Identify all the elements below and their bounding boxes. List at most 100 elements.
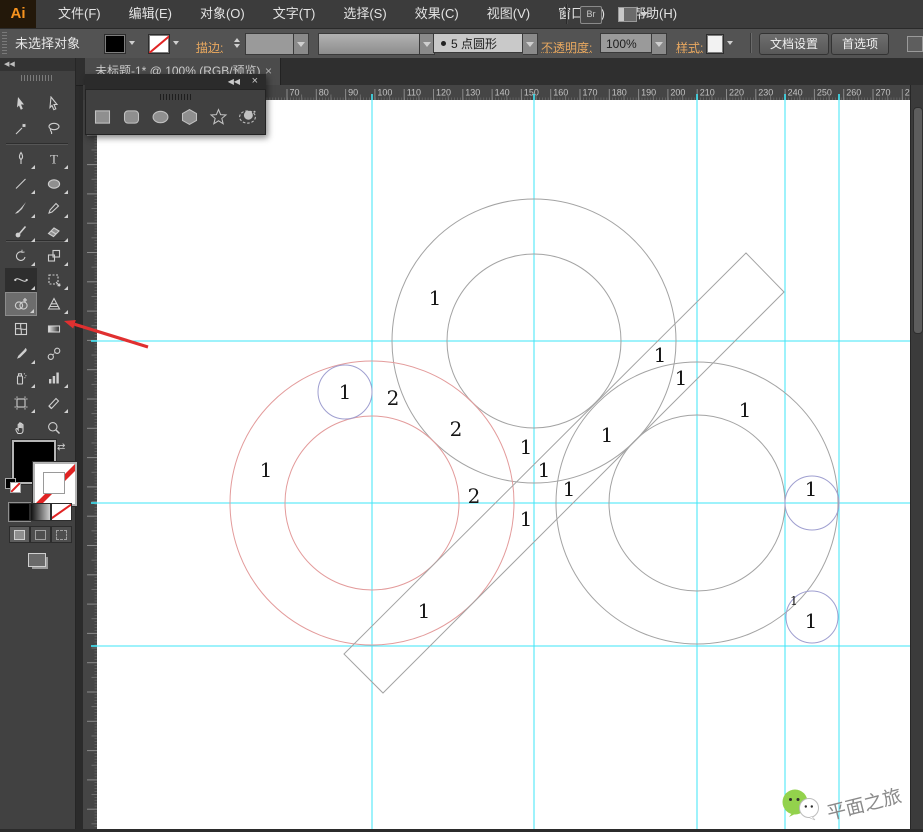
menu-item[interactable]: 选择(S) [329,0,400,28]
gradient-tool[interactable] [38,317,70,341]
collapse-icon[interactable]: ◀◀ [4,61,15,68]
stepper-down-icon[interactable] [233,44,240,48]
panel-toggle-icon[interactable] [907,36,923,52]
blend-tool[interactable] [38,342,70,366]
watermark-text: 平面之旅 [824,785,904,825]
hand-tool[interactable] [5,416,37,440]
menu-item[interactable]: 对象(O) [186,0,259,28]
chevron-down-icon[interactable] [297,41,305,47]
direct-selection-tool[interactable] [38,92,70,116]
menu-item[interactable]: 文件(F) [44,0,115,28]
slice-tool[interactable] [38,391,70,415]
artboard-tool[interactable] [5,391,37,415]
eyedropper-tool[interactable] [5,342,37,366]
stroke-weight-value[interactable] [245,33,294,55]
polygon-tool[interactable] [179,106,200,128]
menu-item[interactable]: 文字(T) [259,0,330,28]
collapse-icon[interactable]: ◀◀ [228,77,240,86]
menu-item[interactable]: 编辑(E) [115,0,186,28]
rotate-tool[interactable] [5,244,37,268]
screen-mode-button[interactable] [18,550,56,570]
eraser-tool[interactable] [38,220,70,244]
column-graph-tool[interactable] [38,366,70,390]
mesh-tool[interactable] [5,317,37,341]
menu-item[interactable]: 视图(V) [473,0,544,28]
tools-panel-header[interactable]: ◀◀ [0,58,75,71]
chevron-down-icon[interactable] [655,41,663,47]
stroke-weight-stepper[interactable] [231,33,242,53]
brush-definition-control[interactable]: 5 点圆形 [433,33,538,55]
menu-separator [566,4,568,24]
opacity-value[interactable]: 100% [600,33,652,53]
line-segment-tool[interactable] [5,172,37,196]
star-tool[interactable] [208,106,229,128]
shapes-panel-gripper[interactable] [160,94,193,100]
none-mode-button[interactable] [51,503,72,521]
fill-color-swatch[interactable] [104,34,126,54]
menu-item[interactable]: 效果(C) [401,0,473,28]
blob-brush-tool[interactable] [5,220,37,244]
width-tool[interactable] [5,268,37,292]
fill-color-control[interactable] [104,34,138,54]
chevron-down-icon[interactable] [526,41,534,47]
rectangle-tool[interactable] [92,106,113,128]
tab-close-icon[interactable]: × [265,58,272,84]
magic-wand-tool[interactable] [5,117,37,141]
default-stroke [10,482,21,493]
workspace-switcher-button[interactable] [618,6,648,22]
paintbrush-tool[interactable] [5,196,37,220]
rounded-rectangle-tool[interactable] [121,106,142,128]
region-number-label: 1 [339,380,352,404]
style-swatch[interactable] [706,34,724,54]
scale-tool[interactable] [38,244,70,268]
bridge-button[interactable]: Br [580,6,602,24]
watermark: 平面之旅 [778,782,918,827]
artboard-canvas[interactable]: 112211121111111111 [97,100,910,829]
close-icon[interactable]: × [252,75,258,87]
selection-tool[interactable] [5,92,37,116]
color-mode-button[interactable] [9,503,30,521]
draw-inside-button[interactable] [51,526,72,543]
free-transform-tool[interactable] [38,268,70,292]
tools-panel-gripper[interactable] [21,75,54,81]
draw-normal-button[interactable] [9,526,30,543]
stepper-up-icon[interactable] [233,38,240,42]
shapes-floating-panel[interactable]: ◀◀ × [85,74,266,135]
control-bar-gripper[interactable] [2,32,7,55]
stroke-weight-field[interactable] [245,33,309,55]
type-tool[interactable]: T [38,147,70,171]
default-fill-stroke-icon[interactable] [5,478,21,493]
draw-behind-button[interactable] [30,526,51,543]
style-label[interactable]: 样式: [676,34,704,55]
shapes-panel-header[interactable]: ◀◀ × [85,74,266,89]
document-setup-button[interactable]: 文档设置 [759,33,830,55]
shape-builder-tool[interactable] [5,292,37,316]
chevron-down-icon[interactable] [173,41,179,45]
vertical-scrollbar[interactable] [910,85,923,829]
gradient-mode-button[interactable] [30,503,51,521]
zoom-tool[interactable] [38,416,70,440]
chevron-down-icon[interactable] [727,41,733,45]
flare-tool[interactable] [237,106,258,128]
stroke-swatch[interactable] [33,462,77,506]
vertical-ruler[interactable] [83,100,98,829]
pencil-tool[interactable] [38,196,70,220]
opacity-label[interactable]: 不透明度: [541,34,593,55]
ellipse-tool[interactable] [38,172,70,196]
stroke-color-control[interactable] [148,34,182,54]
symbol-sprayer-tool[interactable] [5,366,37,390]
lasso-tool[interactable] [38,117,70,141]
variable-width-profile-control[interactable] [318,33,435,55]
stroke-color-swatch[interactable] [148,34,170,54]
ellipse-tool[interactable] [150,106,171,128]
chevron-down-icon[interactable] [129,41,135,45]
opacity-control[interactable]: 100% [600,33,667,55]
style-control[interactable] [706,34,736,54]
preferences-button[interactable]: 首选项 [831,33,890,55]
perspective-grid-tool[interactable] [38,292,70,316]
pen-tool[interactable] [5,147,37,171]
swap-fill-stroke-icon[interactable]: ⇄ [57,442,71,454]
scrollbar-thumb[interactable] [913,107,923,334]
stroke-weight-label[interactable]: 描边: [196,34,224,55]
chevron-down-icon[interactable] [423,41,431,47]
